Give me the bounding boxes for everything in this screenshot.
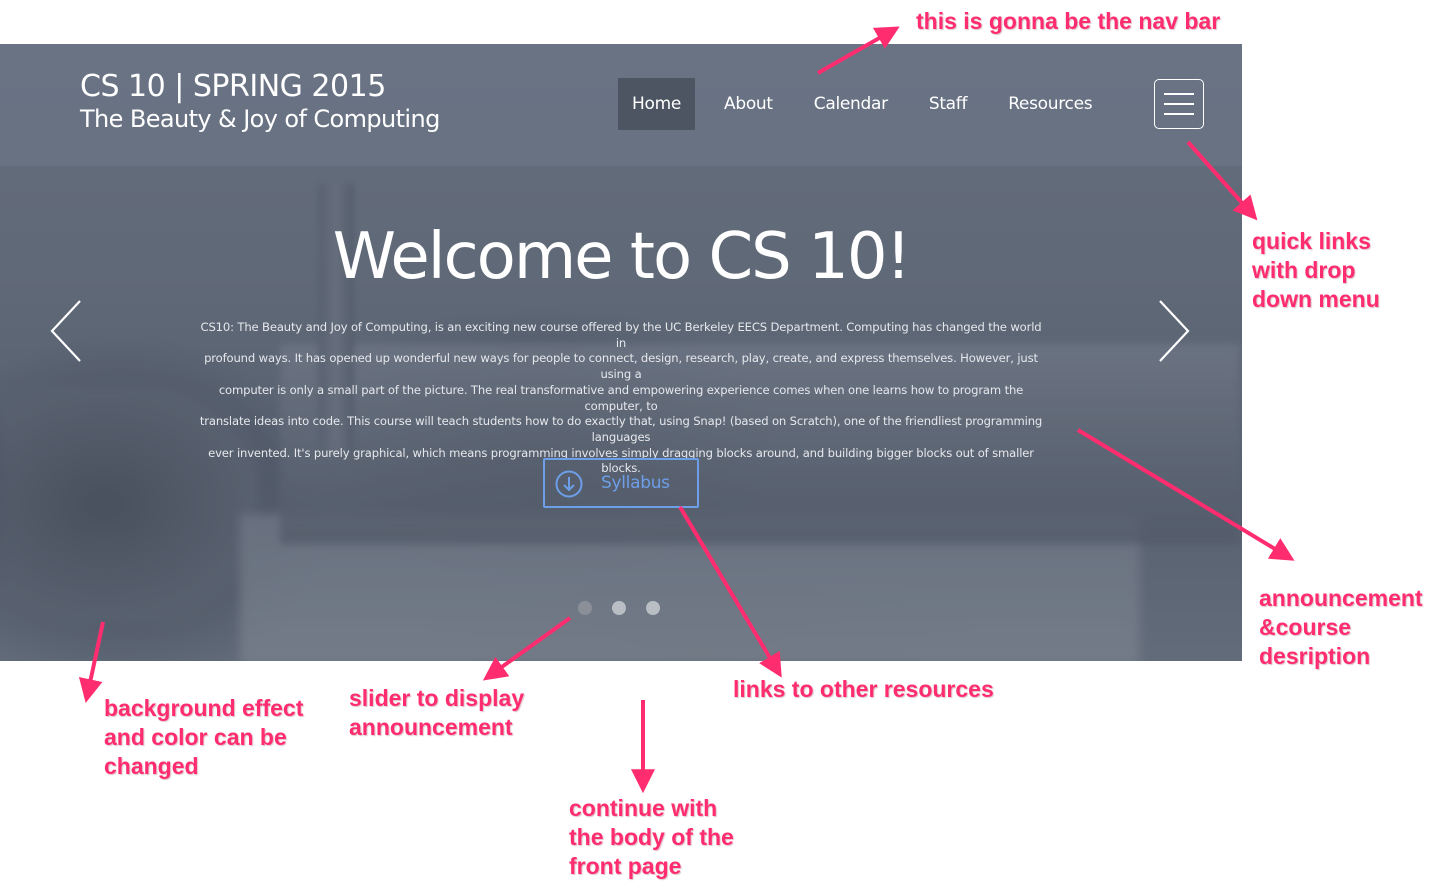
hamburger-icon <box>1164 103 1194 105</box>
annotation-links: links to other resources <box>733 676 994 702</box>
brand-subtitle: The Beauty & Joy of Computing <box>80 105 440 133</box>
annotation-background: background effect and color can be chang… <box>104 694 303 781</box>
quick-links-menu-button[interactable] <box>1154 79 1204 129</box>
annotation-line: background effect <box>104 695 304 721</box>
annotation-line: the body of the <box>569 824 734 850</box>
description-line: profound ways. It has opened up wonderfu… <box>204 351 1038 382</box>
chevron-right-icon[interactable] <box>1156 299 1192 363</box>
annotation-nav-bar: this is gonna be the nav bar <box>916 8 1221 34</box>
annotation-line: announcement <box>349 714 513 740</box>
annotation-line: quick links <box>1252 228 1371 254</box>
description-line: translate ideas into code. This course w… <box>199 414 1043 444</box>
annotation-line: changed <box>104 753 199 779</box>
slider-dots <box>578 601 680 615</box>
slider-dot[interactable] <box>612 601 626 615</box>
annotation-line: front page <box>569 853 682 879</box>
description-line: CS10: The Beauty and Joy of Computing, i… <box>200 320 1042 350</box>
annotation-line: with drop <box>1252 257 1356 283</box>
syllabus-label: Syllabus <box>601 473 670 493</box>
course-description: CS10: The Beauty and Joy of Computing, i… <box>196 320 1046 477</box>
annotation-line: desription <box>1259 643 1371 669</box>
download-circle-icon <box>555 470 583 498</box>
syllabus-button[interactable]: Syllabus <box>543 458 699 508</box>
annotation-line: slider to display <box>349 685 525 711</box>
hamburger-icon <box>1164 113 1194 115</box>
annotation-line: &course <box>1259 614 1352 640</box>
annotation-line: continue with <box>569 795 718 821</box>
slider-dot[interactable] <box>578 601 592 615</box>
annotation-announcement: announcement &course desription <box>1259 584 1423 671</box>
annotation-continue: continue with the body of the front page <box>569 794 734 881</box>
description-line: computer is only a small part of the pic… <box>218 382 1024 413</box>
nav-menu: Home About Calendar Staff Resources <box>618 78 1121 130</box>
nav-bar: CS 10 | SPRING 2015 The Beauty & Joy of … <box>0 44 1242 166</box>
website-mockup: CS 10 | SPRING 2015 The Beauty & Joy of … <box>0 44 1242 661</box>
nav-item-staff[interactable]: Staff <box>917 78 979 130</box>
annotation-line: down menu <box>1252 286 1380 312</box>
brand-title[interactable]: CS 10 | SPRING 2015 <box>80 69 386 104</box>
annotation-quick-links: quick links with drop down menu <box>1252 227 1380 314</box>
annotation-line: announcement <box>1259 585 1423 611</box>
nav-item-calendar[interactable]: Calendar <box>802 78 900 130</box>
slider-dot[interactable] <box>646 601 660 615</box>
annotation-slider: slider to display announcement <box>349 684 524 742</box>
nav-item-resources[interactable]: Resources <box>996 78 1104 130</box>
chevron-left-icon[interactable] <box>48 299 84 363</box>
nav-item-home[interactable]: Home <box>618 78 696 130</box>
nav-item-about[interactable]: About <box>712 78 785 130</box>
hero-title: Welcome to CS 10! <box>332 220 911 294</box>
annotation-line: and color can be <box>104 724 287 750</box>
hamburger-icon <box>1164 93 1194 95</box>
